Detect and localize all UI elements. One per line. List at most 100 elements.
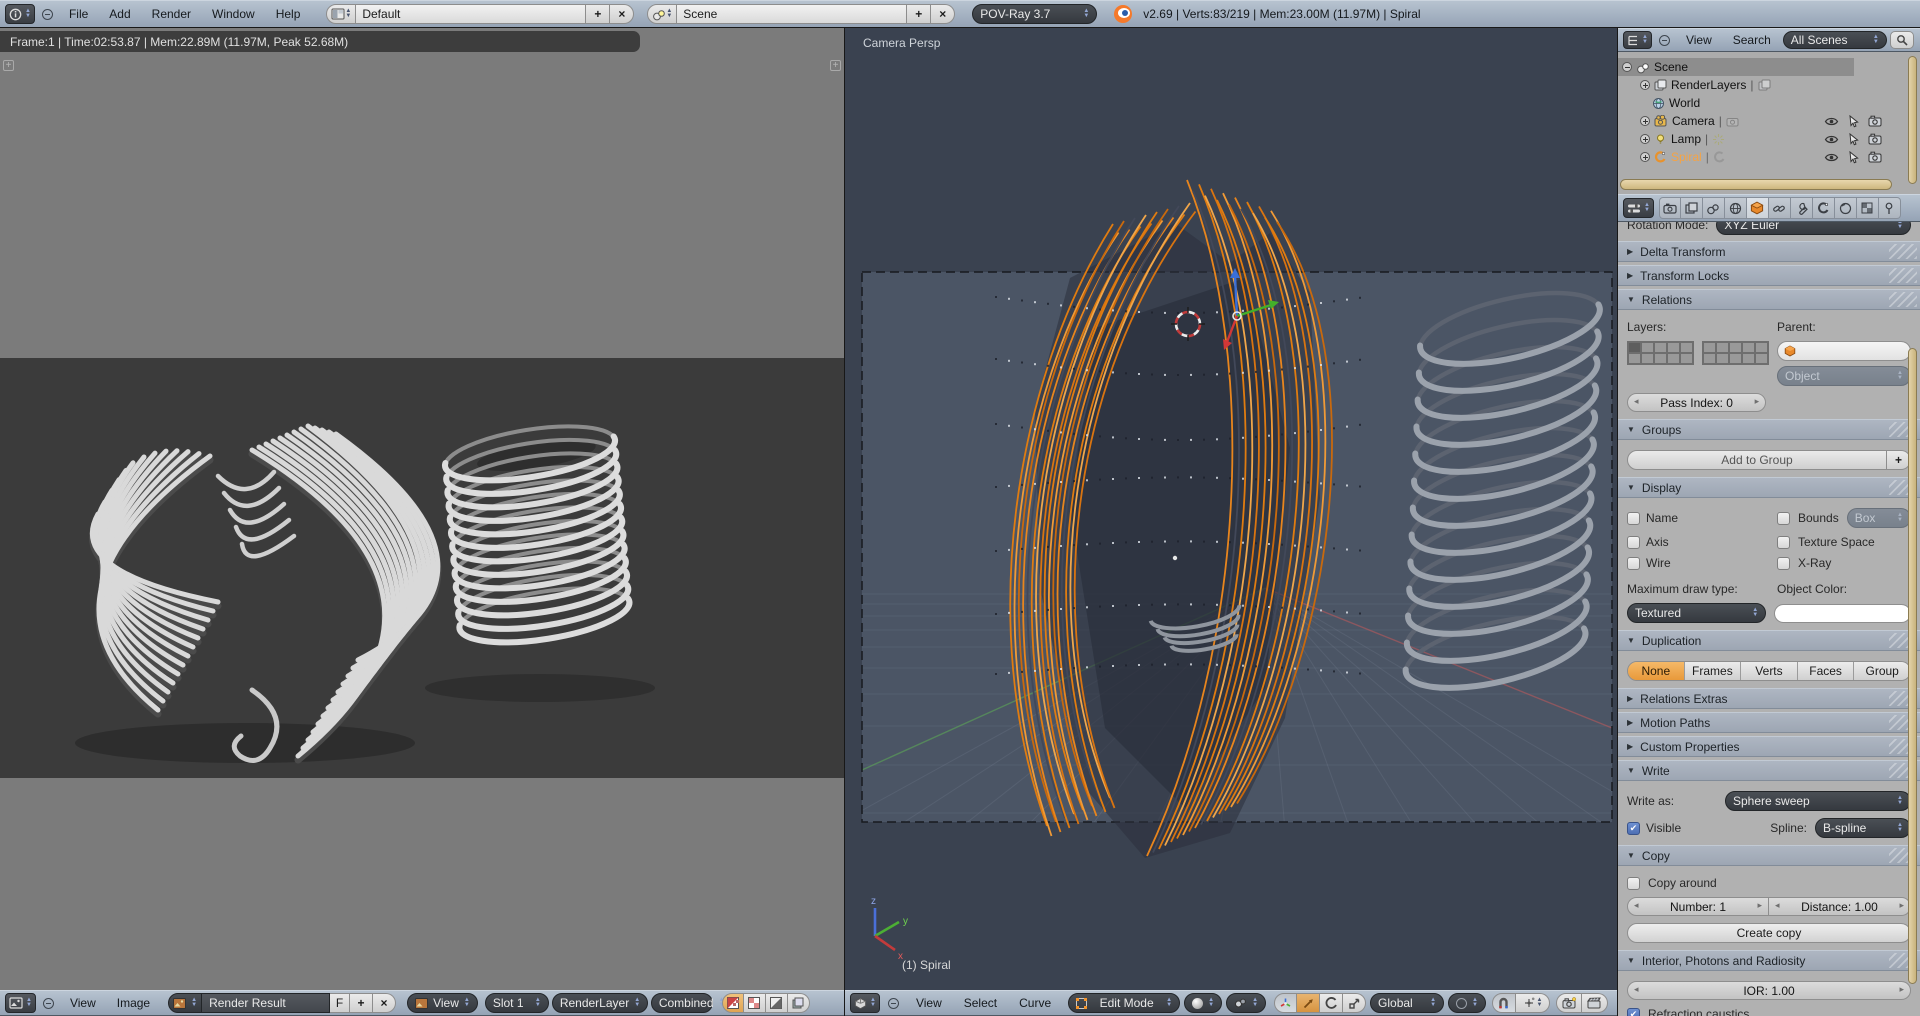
render-layer-select[interactable]: RenderLayer▲▼ [552,993,648,1013]
layer-cell[interactable] [1667,342,1680,353]
tab-physics[interactable] [1879,197,1901,219]
renderability-camera-icon[interactable] [1868,151,1882,163]
panel-custom-properties[interactable]: ▶Custom Properties [1618,736,1920,757]
layer-cell[interactable] [1667,353,1680,364]
selectability-cursor-icon[interactable] [1848,115,1859,128]
layer-cell-active[interactable] [1628,342,1641,353]
dup-option-group[interactable]: Group [1853,662,1910,680]
tab-material[interactable] [1835,197,1857,219]
tab-modifiers[interactable] [1791,197,1813,219]
panel-display[interactable]: ▼Display [1618,477,1920,498]
parent-object-field[interactable] [1777,341,1911,361]
collapse-menus-icon[interactable] [1659,35,1670,46]
editor-type-image-button[interactable]: ▲▼ [5,993,36,1013]
outliner-search-button[interactable] [1890,31,1914,49]
manipulator-translate-button[interactable] [1297,993,1320,1013]
panel-relations-extras[interactable]: ▶Relations Extras [1618,688,1920,709]
layer-cell[interactable] [1680,342,1693,353]
collapse-menus-icon[interactable] [888,998,899,1009]
expand-icon[interactable] [1640,134,1650,144]
rotation-mode-select[interactable]: XYZ Euler▲▼ [1716,222,1911,235]
panel-delta-transform[interactable]: ▶Delta Transform [1618,241,1920,262]
write-as-select[interactable]: Sphere sweep▲▼ [1725,791,1911,811]
menu-help[interactable]: Help [267,2,310,27]
collapse-menus-icon[interactable] [43,998,54,1009]
layer-cell[interactable] [1654,353,1667,364]
layer-cell[interactable] [1703,342,1716,353]
layer-cell[interactable] [1703,353,1716,364]
properties-vertical-scrollbar[interactable] [1908,348,1917,984]
draw-channel-rgb-button[interactable] [788,993,810,1013]
viewport-shading-select[interactable]: ▲▼ [1184,993,1222,1013]
tab-scene[interactable] [1703,197,1725,219]
menu-render[interactable]: Render [143,2,200,27]
editor-type-info-button[interactable]: ▲▼ [5,4,35,24]
layer-cell[interactable] [1755,353,1768,364]
dup-option-frames[interactable]: Frames [1684,662,1741,680]
render-slot-select[interactable]: Slot 1▲▼ [485,993,549,1013]
draw-channel-alpha-button[interactable] [744,993,766,1013]
outliner-horizontal-scrollbar[interactable] [1620,179,1892,190]
name-checkbox[interactable] [1627,512,1640,525]
copy-around-checkbox[interactable] [1627,877,1640,890]
create-copy-button[interactable]: Create copy [1627,923,1911,943]
axis-checkbox[interactable] [1627,536,1640,549]
fake-user-button[interactable]: F [330,993,350,1013]
max-draw-type-select[interactable]: Textured▲▼ [1627,603,1766,623]
draw-channel-z-button[interactable] [766,993,788,1013]
layer-cell[interactable] [1742,342,1755,353]
menu-select[interactable]: Select [955,991,1006,1016]
layer-cell[interactable] [1641,353,1654,364]
tab-object[interactable] [1747,197,1769,219]
panel-motion-paths[interactable]: ▶Motion Paths [1618,712,1920,733]
dup-option-none[interactable]: None [1628,662,1684,680]
dup-option-faces[interactable]: Faces [1797,662,1854,680]
pass-index-field[interactable]: ◂Pass Index: 0▸ [1627,393,1766,412]
manipulator-rotate-button[interactable] [1320,993,1343,1013]
layer-cell[interactable] [1716,353,1729,364]
unlink-image-button[interactable]: × [373,993,396,1013]
opengl-animation-button[interactable] [1582,993,1608,1013]
panel-transform-locks[interactable]: ▶Transform Locks [1618,265,1920,286]
render-pass-select[interactable]: Combined▲▼ [651,993,713,1013]
bounds-checkbox[interactable] [1777,512,1790,525]
tab-world[interactable] [1725,197,1747,219]
collapse-icon[interactable] [1622,62,1632,72]
transform-orientation-select[interactable]: Global▲▼ [1370,993,1444,1013]
visibility-eye-icon[interactable] [1824,152,1839,163]
ior-field[interactable]: ◂IOR: 1.00▸ [1627,981,1911,1000]
opengl-render-button[interactable] [1556,993,1582,1013]
image-browse-button[interactable]: ▲▼ [168,993,202,1013]
pivot-point-select[interactable]: ▲▼ [1226,993,1266,1013]
menu-view[interactable]: View [61,991,105,1016]
scene-name-field[interactable]: Scene [677,4,907,24]
panel-write[interactable]: ▼Write [1618,760,1920,781]
manipulator-scale-button[interactable] [1343,993,1366,1013]
outliner-filter-select[interactable]: All Scenes▲▼ [1783,31,1887,49]
proportional-edit-select[interactable]: ▲▼ [1448,993,1486,1013]
expand-icon[interactable] [1640,80,1650,90]
panel-groups[interactable]: ▼Groups [1618,419,1920,440]
tab-render[interactable] [1659,197,1681,219]
add-scene-button[interactable]: + [907,4,931,24]
menu-add[interactable]: Add [100,2,139,27]
copy-number-field[interactable]: ◂Number: 1▸ [1627,897,1769,916]
visibility-eye-icon[interactable] [1824,116,1839,127]
layer-cell[interactable] [1755,342,1768,353]
snap-element-select[interactable]: ▲▼ [1516,993,1550,1013]
manipulator-toggle-button[interactable] [1274,993,1297,1013]
xray-checkbox[interactable] [1777,557,1790,570]
expand-icon[interactable] [1640,116,1650,126]
wire-checkbox[interactable] [1627,557,1640,570]
layer-cell[interactable] [1680,353,1693,364]
menu-view[interactable]: View [907,991,951,1016]
texture-space-checkbox[interactable] [1777,536,1790,549]
outliner-row-renderlayers[interactable]: RenderLayers | [1618,76,1896,94]
draw-channel-color-alpha-button[interactable] [722,993,744,1013]
renderability-camera-icon[interactable] [1868,115,1882,127]
expand-icon[interactable] [1640,152,1650,162]
delete-scene-button[interactable]: × [931,4,955,24]
menu-file[interactable]: File [60,2,97,27]
panel-duplication[interactable]: ▼Duplication [1618,630,1920,651]
image-name-field[interactable]: Render Result [202,993,330,1013]
